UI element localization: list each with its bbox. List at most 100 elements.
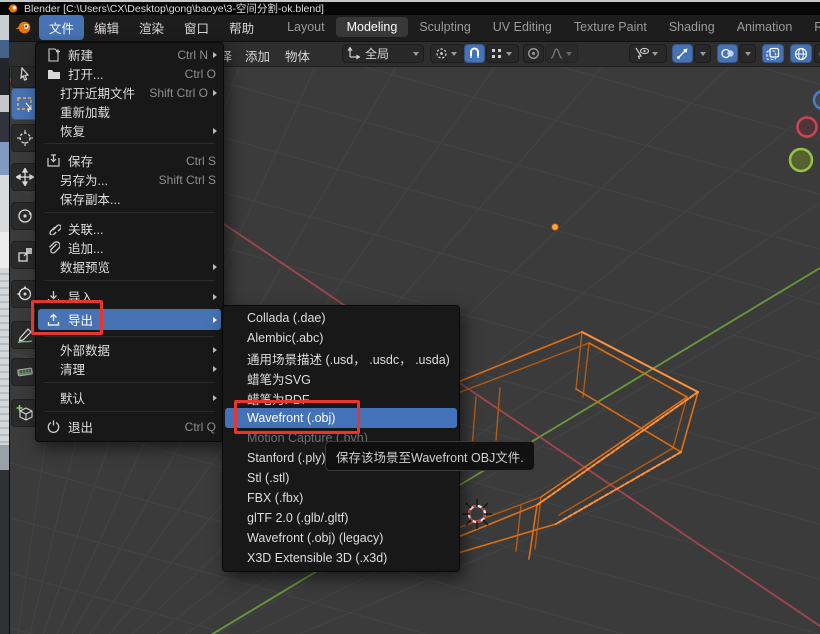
snap-toggle[interactable] bbox=[464, 44, 485, 63]
menu-separator bbox=[44, 143, 215, 144]
tab-rendering[interactable]: Renderi bbox=[803, 17, 820, 37]
scale-icon bbox=[16, 246, 34, 264]
link-icon bbox=[46, 222, 61, 235]
folder-open-icon bbox=[46, 68, 61, 80]
export-item-gltf[interactable]: glTF 2.0 (.glb/.gltf) bbox=[225, 508, 457, 528]
file-menu-item-new[interactable]: 新建 Ctrl N bbox=[38, 45, 221, 64]
tooltip-text: 保存该场景至Wavefront OBJ文件. bbox=[336, 447, 524, 466]
add-menu[interactable]: 添加 bbox=[245, 46, 270, 65]
blender-app-icon[interactable] bbox=[15, 20, 32, 35]
pivot-point-dropdown[interactable] bbox=[430, 44, 465, 63]
annotation-box-wavefront-obj bbox=[234, 400, 360, 434]
transform-orientation-dropdown[interactable]: 全局 bbox=[342, 44, 424, 63]
proportional-falloff-dropdown[interactable] bbox=[545, 44, 578, 63]
show-gizmo-dropdown[interactable] bbox=[629, 44, 667, 63]
file-menu-item-data-previews[interactable]: 数据预览 bbox=[38, 257, 221, 276]
submenu-arrow-icon bbox=[213, 395, 217, 401]
title-bar: Blender [C:\Users\CX\Desktop\gong\baoye\… bbox=[0, 0, 820, 15]
tab-modeling[interactable]: Modeling bbox=[336, 17, 409, 37]
tab-uv-editing[interactable]: UV Editing bbox=[482, 17, 563, 37]
snap-with-dropdown[interactable] bbox=[486, 44, 519, 63]
export-item-x3d[interactable]: X3D Extensible 3D (.x3d) bbox=[225, 548, 457, 568]
move-icon bbox=[16, 168, 34, 186]
overlays-dropdown[interactable] bbox=[739, 44, 756, 63]
chevron-down-icon bbox=[652, 52, 658, 56]
cursor-tool-icon bbox=[20, 133, 30, 143]
submenu-arrow-icon bbox=[213, 294, 217, 300]
submenu-arrow-icon bbox=[213, 128, 217, 134]
file-menu-item-save[interactable]: 保存 Ctrl S bbox=[38, 151, 221, 170]
add-cube-icon bbox=[16, 404, 34, 422]
file-menu-item-append[interactable]: 追加... bbox=[38, 238, 221, 257]
blender-logo-icon bbox=[7, 3, 18, 14]
file-menu-item-revert[interactable]: 重新加载 bbox=[38, 102, 221, 121]
gizmos-dropdown[interactable] bbox=[694, 44, 711, 63]
menu-render[interactable]: 渲染 bbox=[129, 15, 174, 40]
submenu-arrow-icon bbox=[213, 347, 217, 353]
rotate-icon bbox=[16, 207, 34, 225]
menu-separator bbox=[44, 212, 215, 213]
power-icon bbox=[46, 420, 61, 433]
gizmo-x-axis-ball[interactable] bbox=[798, 118, 817, 137]
tab-shading[interactable]: Shading bbox=[658, 17, 726, 37]
file-menu-item-save-copy[interactable]: 保存副本... bbox=[38, 189, 221, 208]
export-item-alembic[interactable]: Alembic(.abc) bbox=[225, 328, 457, 348]
export-submenu-panel: Collada (.dae) Alembic(.abc) 通用场景描述 (.us… bbox=[222, 305, 460, 572]
workspace-tabs: Layout Modeling Sculpting UV Editing Tex… bbox=[276, 17, 820, 37]
file-menu-item-open-recent[interactable]: 打开近期文件 Shift Ctrl O bbox=[38, 83, 221, 102]
submenu-arrow-icon bbox=[213, 90, 217, 96]
chevron-down-icon bbox=[413, 52, 419, 56]
orientation-label: 全局 bbox=[365, 45, 389, 62]
overlays-toggle[interactable] bbox=[717, 44, 738, 63]
file-menu-item-defaults[interactable]: 默认 bbox=[38, 388, 221, 407]
tab-texture-paint[interactable]: Texture Paint bbox=[563, 17, 658, 37]
export-item-usd[interactable]: 通用场景描述 (.usd， .usdc， .usda) bbox=[225, 348, 457, 368]
shading-wireframe-button[interactable] bbox=[790, 44, 812, 63]
file-menu-item-recover[interactable]: 恢复 bbox=[38, 121, 221, 140]
topbar: 文件 编辑 渲染 窗口 帮助 Layout Modeling Sculpting… bbox=[9, 13, 820, 42]
snap-grid-icon bbox=[491, 48, 503, 60]
submenu-arrow-icon bbox=[213, 52, 217, 58]
magnet-icon bbox=[468, 47, 481, 60]
shading-solid-button[interactable] bbox=[814, 44, 820, 63]
falloff-curve-icon bbox=[550, 48, 563, 59]
pointer-eye-icon bbox=[634, 47, 649, 60]
object-menu[interactable]: 物体 bbox=[285, 46, 310, 65]
background-app-edge bbox=[0, 13, 10, 634]
measure-ruler-icon bbox=[16, 363, 34, 381]
proportional-editing-toggle[interactable] bbox=[523, 44, 544, 63]
menu-separator bbox=[44, 411, 215, 412]
submenu-arrow-icon bbox=[213, 317, 217, 323]
export-item-stl[interactable]: Stl (.stl) bbox=[225, 468, 457, 488]
chevron-down-icon bbox=[451, 52, 457, 56]
gizmo-y-axis-ball[interactable] bbox=[790, 149, 812, 171]
file-menu-item-quit[interactable]: 退出 Ctrl Q bbox=[38, 417, 221, 436]
blender-window: Blender [C:\Users\CX\Desktop\gong\baoye\… bbox=[0, 0, 820, 634]
chevron-down-icon bbox=[700, 52, 706, 56]
file-menu-item-external-data[interactable]: 外部数据 bbox=[38, 340, 221, 359]
menu-separator bbox=[44, 280, 215, 281]
menu-edit[interactable]: 编辑 bbox=[84, 15, 129, 40]
export-item-collada[interactable]: Collada (.dae) bbox=[225, 308, 457, 328]
xray-toggle[interactable] bbox=[762, 44, 784, 63]
menu-separator bbox=[44, 382, 215, 383]
file-menu-item-open[interactable]: 打开... Ctrl O bbox=[38, 64, 221, 83]
menu-file[interactable]: 文件 bbox=[39, 15, 84, 40]
gizmos-toggle[interactable] bbox=[672, 44, 693, 63]
annotation-box-export bbox=[31, 300, 103, 335]
file-menu-item-link[interactable]: 关联... bbox=[38, 219, 221, 238]
tweak-cursor-icon bbox=[21, 68, 28, 80]
file-menu-item-save-as[interactable]: 另存为... Shift Ctrl S bbox=[38, 170, 221, 189]
menu-help[interactable]: 帮助 bbox=[219, 15, 264, 40]
tooltip: 保存该场景至Wavefront OBJ文件. bbox=[325, 441, 535, 471]
export-item-wavefront-legacy[interactable]: Wavefront (.obj) (legacy) bbox=[225, 528, 457, 548]
file-new-icon bbox=[46, 48, 61, 62]
export-item-fbx[interactable]: FBX (.fbx) bbox=[225, 488, 457, 508]
export-item-grease-pencil-svg[interactable]: 蜡笔为SVG bbox=[225, 368, 457, 388]
tab-sculpting[interactable]: Sculpting bbox=[408, 17, 481, 37]
proportional-circle-icon bbox=[527, 47, 540, 60]
tab-animation[interactable]: Animation bbox=[726, 17, 804, 37]
file-menu-item-clean-up[interactable]: 清理 bbox=[38, 359, 221, 378]
menu-window[interactable]: 窗口 bbox=[174, 15, 219, 40]
tab-layout[interactable]: Layout bbox=[276, 17, 336, 37]
